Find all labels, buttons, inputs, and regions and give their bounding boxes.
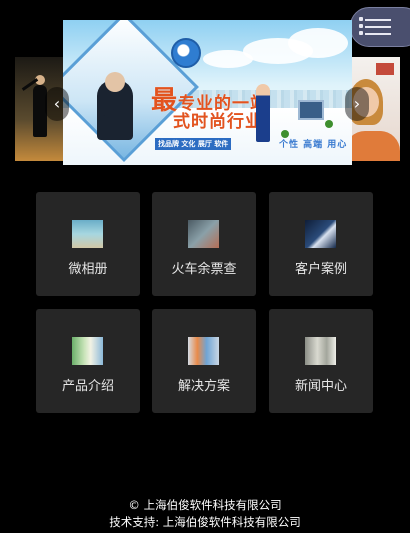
banner-subline: 个性 高端 用心 xyxy=(279,140,348,150)
menu-button[interactable] xyxy=(350,7,410,47)
cloud-shape xyxy=(203,50,253,68)
tile-label: 火车余票查 xyxy=(171,262,237,277)
plant-icon xyxy=(325,120,333,128)
chevron-left-icon: ‹ xyxy=(53,94,61,113)
tile-solutions[interactable]: 解决方案 xyxy=(152,309,256,413)
headline-tag: 找品牌 文化 展厅 软件 xyxy=(155,138,232,150)
headline-line1: 专业的一站 xyxy=(178,94,269,114)
menu-icon xyxy=(359,17,391,21)
footer-copyright: © 上海伯俊软件科技有限公司 xyxy=(128,498,282,512)
tile-label: 解决方案 xyxy=(177,379,230,394)
footer: © 上海伯俊软件科技有限公司 技术支持: 上海伯俊软件科技有限公司 xyxy=(0,497,410,531)
tile-micro-album[interactable]: 微相册 xyxy=(36,192,140,296)
tile-thumbnail xyxy=(305,337,336,365)
tile-client-cases[interactable]: 客户案例 xyxy=(269,192,373,296)
tile-label: 新闻中心 xyxy=(294,379,347,394)
menu-icon xyxy=(359,31,391,35)
tile-thumbnail xyxy=(188,220,219,248)
businessman-head xyxy=(105,72,125,92)
globe-e-icon xyxy=(171,38,201,68)
carousel-slide-active[interactable]: 最专业的一站 式时尚行业 找品牌 文化 展厅 软件 个性 高端 用心 xyxy=(63,20,352,165)
tile-train-tickets[interactable]: 火车余票查 xyxy=(152,192,256,296)
carousel-prev-button[interactable]: ‹ xyxy=(45,87,69,121)
tile-label: 产品介绍 xyxy=(61,379,114,394)
tile-thumbnail xyxy=(305,220,336,248)
tile-products[interactable]: 产品介绍 xyxy=(36,309,140,413)
slide-person-shirt xyxy=(345,131,400,161)
carousel-next-button[interactable]: › xyxy=(345,87,369,121)
tile-thumbnail xyxy=(72,220,103,248)
page: 最专业的一站 式时尚行业 找品牌 文化 展厅 软件 个性 高端 用心 ‹ › 微… xyxy=(0,0,410,533)
footer-support: 技术支持: 上海伯俊软件科技有限公司 xyxy=(109,515,301,529)
tile-label: 客户案例 xyxy=(294,262,347,277)
tile-label: 微相册 xyxy=(68,262,108,277)
computer-icon xyxy=(298,100,324,120)
tile-thumbnail xyxy=(72,337,103,365)
cloud-shape xyxy=(288,28,348,58)
chevron-right-icon: › xyxy=(353,94,361,113)
menu-icon xyxy=(359,24,391,28)
woman-figure xyxy=(256,84,270,142)
tile-news[interactable]: 新闻中心 xyxy=(269,309,373,413)
tile-thumbnail xyxy=(188,337,219,365)
slide-color-block xyxy=(376,63,394,75)
